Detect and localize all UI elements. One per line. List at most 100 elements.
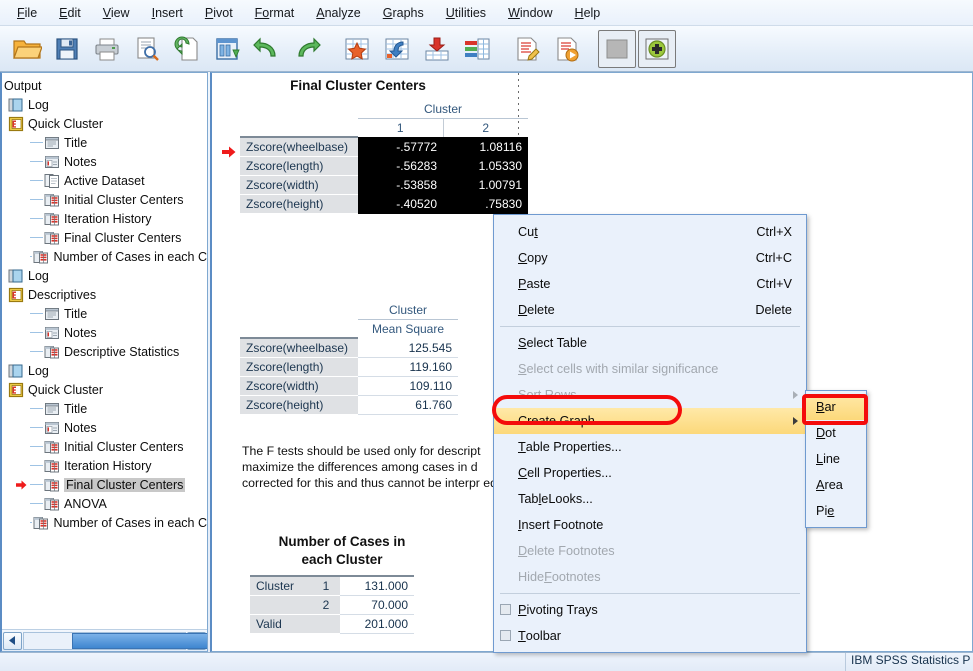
variables-icon[interactable]	[458, 30, 496, 68]
undo-icon[interactable]	[248, 30, 286, 68]
submenu-item-bar[interactable]: Bar	[806, 394, 866, 420]
table-cell[interactable]: 1.00791	[443, 176, 528, 195]
table-row[interactable]: Zscore(wheelbase)125.545	[240, 338, 458, 358]
add-icon[interactable]	[638, 30, 676, 68]
sidebar-item-descriptive-statistics[interactable]: Descriptive Statistics	[4, 342, 207, 361]
menu-item-table-properties[interactable]: Table Properties...	[494, 434, 806, 460]
sidebar-item-quick-cluster[interactable]: Quick Cluster	[4, 380, 207, 399]
anova-table[interactable]: ClusterMean SquareZscore(wheelbase)125.5…	[240, 301, 458, 415]
row-sub-label[interactable]: 1	[312, 576, 340, 596]
row-header[interactable]: Zscore(length)	[240, 358, 358, 377]
menu-view[interactable]: View	[92, 2, 141, 24]
sidebar-item-title[interactable]: Title	[4, 133, 207, 152]
checkbox-icon[interactable]	[500, 604, 511, 615]
promote-icon[interactable]	[598, 30, 636, 68]
table-cell[interactable]: 1.05330	[443, 157, 528, 176]
table-cell[interactable]: .75830	[443, 195, 528, 214]
table-cell[interactable]: -.57772	[358, 137, 443, 157]
table-row[interactable]: Zscore(length)-.562831.05330	[240, 157, 528, 176]
row-group-label[interactable]: Valid	[250, 615, 312, 634]
row-header[interactable]: Zscore(wheelbase)	[240, 338, 358, 358]
sidebar-item-number-of-cases-in-each-c[interactable]: Number of Cases in each C	[4, 247, 207, 266]
menu-item-cut[interactable]: CutCtrl+X	[494, 219, 806, 245]
column-header[interactable]: 1	[358, 119, 443, 138]
menu-item-insert-footnote[interactable]: Insert Footnote	[494, 512, 806, 538]
menu-graphs[interactable]: Graphs	[372, 2, 435, 24]
recall-dialogs-icon[interactable]	[208, 30, 246, 68]
menu-pivot[interactable]: Pivot	[194, 2, 244, 24]
sidebar-item-anova[interactable]: ANOVA	[4, 494, 207, 513]
menu-item-delete[interactable]: DeleteDelete	[494, 297, 806, 323]
table-cell[interactable]: 109.110	[358, 377, 458, 396]
sidebar-item-final-cluster-centers[interactable]: Final Cluster Centers	[4, 475, 207, 494]
menu-item-create-graph[interactable]: Create Graph	[494, 408, 806, 434]
table-cell[interactable]: 70.000	[340, 596, 414, 615]
table-row[interactable]: Zscore(height)61.760	[240, 396, 458, 415]
menu-item-tablelooks[interactable]: TableLooks...	[494, 486, 806, 512]
column-group-header[interactable]: Cluster	[358, 301, 458, 320]
sidebar-item-active-dataset[interactable]: Active Dataset	[4, 171, 207, 190]
menu-utilities[interactable]: Utilities	[435, 2, 497, 24]
menu-help[interactable]: Help	[564, 2, 612, 24]
table-cell[interactable]: -.40520	[358, 195, 443, 214]
sidebar-item-log[interactable]: Log	[4, 266, 207, 285]
export-icon[interactable]	[168, 30, 206, 68]
goto-case-icon[interactable]	[338, 30, 376, 68]
sidebar-item-initial-cluster-centers[interactable]: Initial Cluster Centers	[4, 190, 207, 209]
row-sub-label[interactable]	[312, 615, 340, 634]
row-header[interactable]: Zscore(width)	[240, 377, 358, 396]
row-group-label[interactable]: Cluster	[250, 576, 312, 596]
scrollbar-thumb[interactable]	[72, 633, 208, 649]
sidebar-item-iteration-history[interactable]: Iteration History	[4, 456, 207, 475]
column-group-header[interactable]: Cluster	[358, 100, 528, 119]
sidebar-item-final-cluster-centers[interactable]: Final Cluster Centers	[4, 228, 207, 247]
table-row[interactable]: Cluster1131.000	[250, 576, 414, 596]
table-cell[interactable]: -.56283	[358, 157, 443, 176]
row-header[interactable]: Zscore(wheelbase)	[240, 137, 358, 157]
submenu-item-pie[interactable]: Pie	[806, 498, 866, 524]
cases-table[interactable]: Cluster1131.000270.000Valid201.000	[250, 575, 414, 634]
row-sub-label[interactable]: 2	[312, 596, 340, 615]
final-cluster-centers-table[interactable]: Cluster12Zscore(wheelbase)-.577721.08116…	[240, 100, 528, 214]
column-header[interactable]: 2	[443, 119, 528, 138]
submenu-item-area[interactable]: Area	[806, 472, 866, 498]
scrollbar-track[interactable]	[23, 632, 186, 650]
table-row[interactable]: Zscore(width)-.538581.00791	[240, 176, 528, 195]
table-row[interactable]: Zscore(height)-.40520.75830	[240, 195, 528, 214]
table-cell[interactable]: 125.545	[358, 338, 458, 358]
table-row[interactable]: 270.000	[250, 596, 414, 615]
sidebar-item-notes[interactable]: Notes	[4, 323, 207, 342]
sidebar-item-log[interactable]: Log	[4, 95, 207, 114]
create-graph-submenu[interactable]: BarDotLineAreaPie	[805, 390, 867, 528]
table-cell[interactable]: -.53858	[358, 176, 443, 195]
menu-item-copy[interactable]: CopyCtrl+C	[494, 245, 806, 271]
save-icon[interactable]	[48, 30, 86, 68]
sidebar-item-title[interactable]: Title	[4, 399, 207, 418]
column-header[interactable]: Mean Square	[358, 320, 458, 339]
outline-root[interactable]: Output	[4, 76, 207, 95]
menu-item-toolbar[interactable]: Toolbar	[494, 623, 806, 649]
menu-edit[interactable]: Edit	[48, 2, 92, 24]
table-cell[interactable]: 131.000	[340, 576, 414, 596]
row-header[interactable]: Zscore(width)	[240, 176, 358, 195]
outline-pane[interactable]: OutputLogQuick ClusterTitleNotesActive D…	[0, 72, 208, 652]
table-cell[interactable]: 201.000	[340, 615, 414, 634]
print-icon[interactable]	[88, 30, 126, 68]
menu-analyze[interactable]: Analyze	[305, 2, 371, 24]
context-menu[interactable]: CutCtrl+XCopyCtrl+CPasteCtrl+VDeleteDele…	[493, 214, 807, 653]
edit-syntax-icon[interactable]	[508, 30, 546, 68]
table-row[interactable]: Zscore(width)109.110	[240, 377, 458, 396]
sidebar-item-descriptives[interactable]: Descriptives	[4, 285, 207, 304]
goto-data-icon[interactable]	[378, 30, 416, 68]
sidebar-item-quick-cluster[interactable]: Quick Cluster	[4, 114, 207, 133]
menu-format[interactable]: Format	[244, 2, 306, 24]
table-row[interactable]: Zscore(wheelbase)-.577721.08116	[240, 137, 528, 157]
redo-icon[interactable]	[288, 30, 326, 68]
table-cell[interactable]: 119.160	[358, 358, 458, 377]
row-header[interactable]: Zscore(height)	[240, 195, 358, 214]
insert-data-icon[interactable]	[418, 30, 456, 68]
print-preview-icon[interactable]	[128, 30, 166, 68]
table-row[interactable]: Zscore(length)119.160	[240, 358, 458, 377]
sidebar-item-iteration-history[interactable]: Iteration History	[4, 209, 207, 228]
open-file-icon[interactable]	[8, 30, 46, 68]
